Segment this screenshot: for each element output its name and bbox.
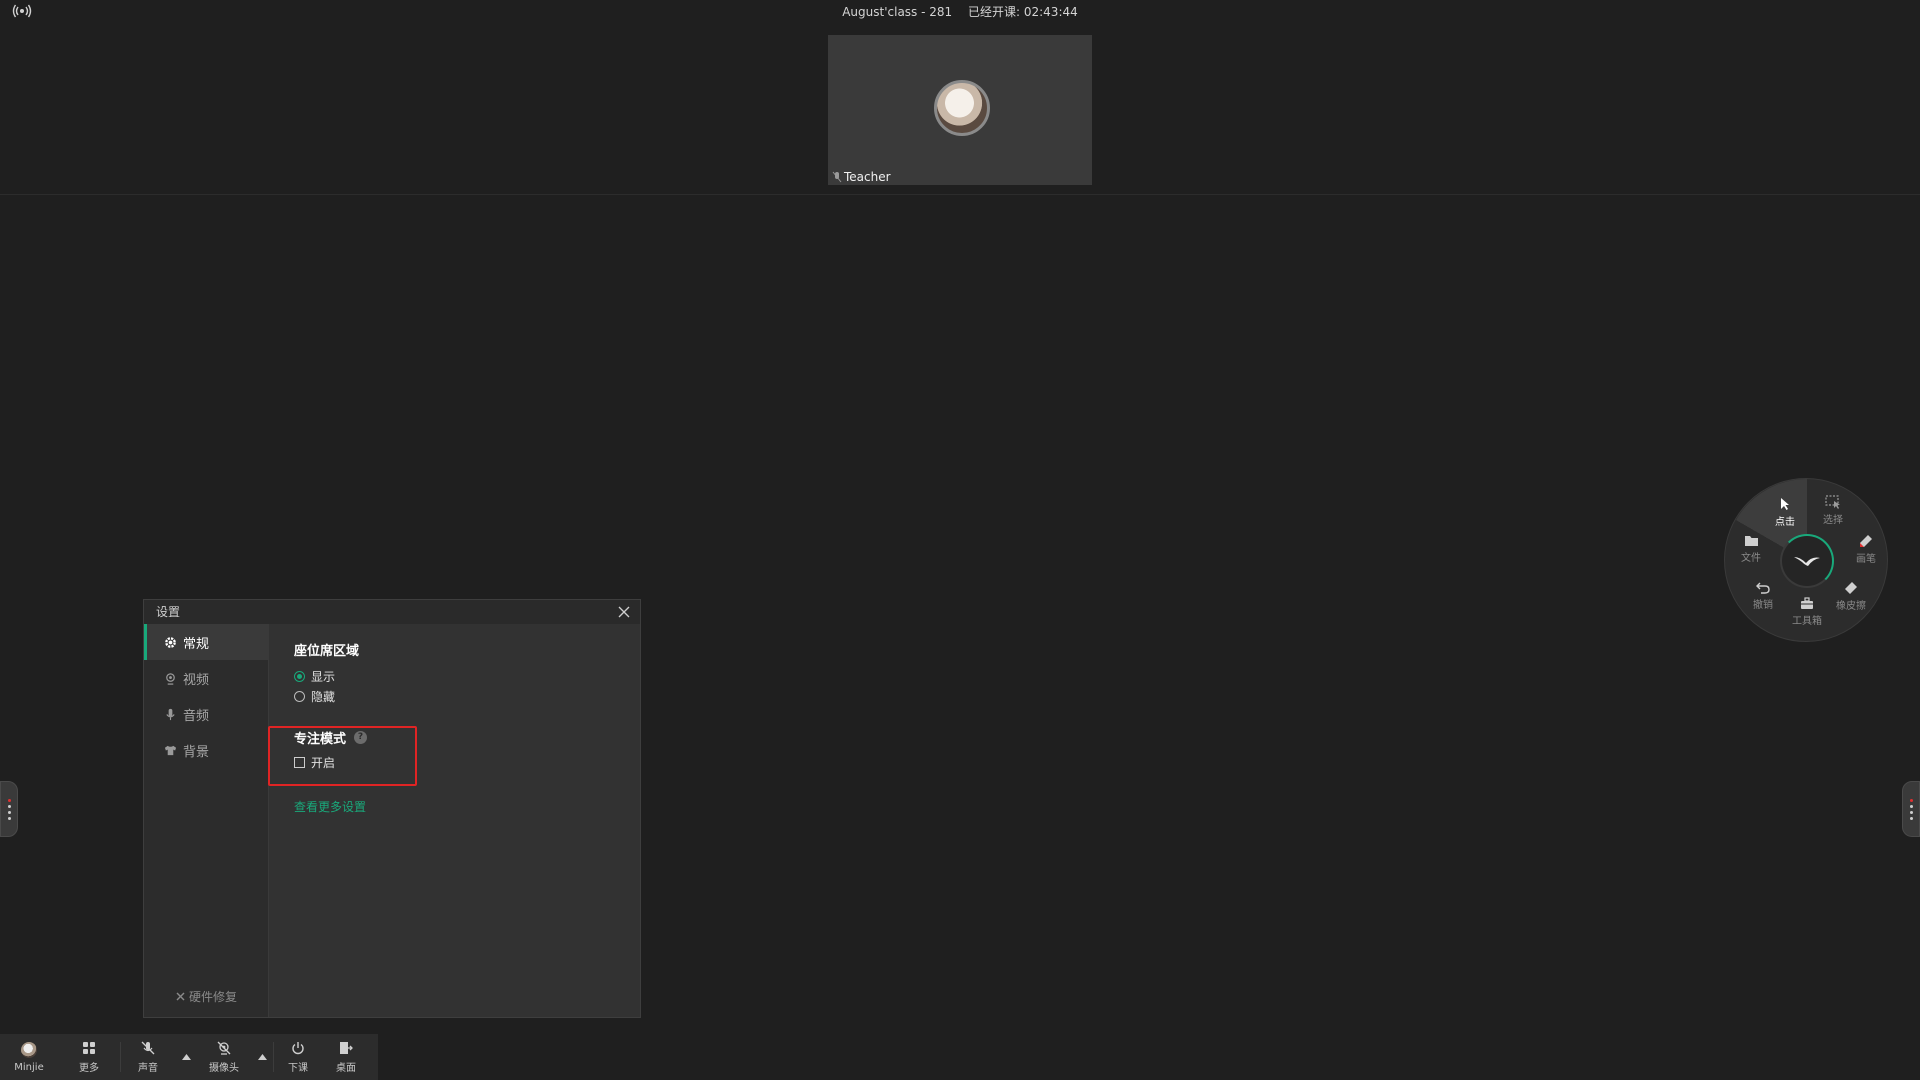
avatar xyxy=(21,1041,37,1058)
tool-toolbox[interactable]: 工具箱 xyxy=(1785,597,1829,627)
desktop-label: 桌面 xyxy=(336,1062,356,1074)
hardware-repair-button[interactable]: 硬件修复 xyxy=(144,988,268,1005)
tool-label: 橡皮擦 xyxy=(1836,601,1866,612)
tool-label: 工具箱 xyxy=(1792,616,1822,627)
radio-label: 显示 xyxy=(311,670,336,684)
video-name-label: Teacher xyxy=(832,170,891,184)
cursor-arrow-icon xyxy=(1781,498,1789,510)
sound-button[interactable]: 声音 xyxy=(121,1034,175,1080)
menu-dot xyxy=(1909,804,1913,808)
settings-dialog: 设置 常规 视频 音频 背景 硬件修复 座位席区域 显示 隐藏 专注模式 ? 开… xyxy=(143,599,641,1018)
right-edge-panel-tab[interactable] xyxy=(1902,781,1920,837)
caret-up-icon xyxy=(257,1054,267,1060)
tool-click[interactable]: 点击 xyxy=(1763,497,1807,528)
wrench-icon xyxy=(176,992,185,1001)
mic-icon xyxy=(166,708,175,720)
class-name: August'class - 281 xyxy=(842,5,953,19)
sidebar-item-label: 视频 xyxy=(183,672,210,688)
settings-content: 座位席区域 显示 隐藏 专注模式 ? 开启 查看更多设置 xyxy=(269,624,640,1017)
dialog-header: 设置 xyxy=(144,600,640,624)
radio-hide[interactable]: 隐藏 xyxy=(294,688,335,705)
menu-dot xyxy=(1909,810,1913,814)
sidebar-item-general[interactable]: 常规 xyxy=(144,624,268,660)
teacher-video-tile[interactable]: Teacher xyxy=(828,35,1092,185)
end-class-label: 下课 xyxy=(288,1062,308,1074)
sound-options-caret[interactable] xyxy=(175,1034,197,1080)
tool-label: 点击 xyxy=(1775,517,1795,528)
sidebar-item-audio[interactable]: 音频 xyxy=(144,696,268,732)
menu-dot xyxy=(1909,816,1913,820)
dialog-title: 设置 xyxy=(156,605,181,619)
end-class-button[interactable]: 下课 xyxy=(274,1034,322,1080)
tool-pen[interactable]: 画笔 xyxy=(1844,534,1888,565)
sidebar-item-label: 音频 xyxy=(183,708,210,724)
camera-off-icon xyxy=(217,1041,231,1055)
settings-sidebar: 常规 视频 音频 背景 硬件修复 xyxy=(144,624,269,1017)
shirt-icon xyxy=(164,745,177,755)
menu-dot xyxy=(7,816,11,820)
toolbox-icon xyxy=(1801,597,1813,609)
left-edge-panel-tab[interactable] xyxy=(0,781,18,837)
tool-select[interactable]: 选择 xyxy=(1811,495,1855,526)
undo-icon xyxy=(1756,582,1770,594)
teacher-name: Teacher xyxy=(844,170,891,184)
radial-tool-menu: 点击 选择 画笔 橡皮擦 工具箱 撤销 文件 xyxy=(1724,478,1889,643)
user-profile-button[interactable]: Minjie xyxy=(0,1034,58,1080)
hardware-repair-label: 硬件修复 xyxy=(188,990,237,1004)
sidebar-item-label: 背景 xyxy=(183,744,210,760)
menu-dot xyxy=(7,804,11,808)
more-button[interactable]: 更多 xyxy=(58,1034,120,1080)
user-name: Minjie xyxy=(14,1061,44,1073)
eraser-icon xyxy=(1845,582,1857,594)
grid-icon xyxy=(83,1041,95,1054)
camera-label: 摄像头 xyxy=(209,1062,239,1074)
camera-button[interactable]: 摄像头 xyxy=(197,1034,251,1080)
tool-eraser[interactable]: 橡皮擦 xyxy=(1829,581,1873,612)
pen-icon xyxy=(1860,535,1872,547)
focus-mode-highlight xyxy=(268,726,417,786)
mic-muted-icon xyxy=(141,1041,155,1054)
notification-dot xyxy=(7,798,11,802)
tool-label: 画笔 xyxy=(1856,554,1876,565)
tool-file[interactable]: 文件 xyxy=(1729,534,1773,564)
logo-bird-icon xyxy=(1794,557,1820,566)
menu-dot xyxy=(7,810,11,814)
bottom-toolbar: Minjie 更多 声音 摄像头 下课 桌面 xyxy=(0,1034,378,1080)
close-icon[interactable] xyxy=(618,606,630,618)
notification-dot xyxy=(1909,798,1913,802)
exit-to-desktop-icon xyxy=(340,1041,353,1054)
caret-up-icon xyxy=(181,1054,191,1060)
sidebar-item-label: 常规 xyxy=(183,636,210,652)
radio-button[interactable] xyxy=(294,691,305,702)
sidebar-item-background[interactable]: 背景 xyxy=(144,732,268,768)
radio-show[interactable]: 显示 xyxy=(294,668,335,685)
sound-label: 声音 xyxy=(138,1062,158,1074)
seat-area: Teacher xyxy=(0,25,1920,195)
power-icon xyxy=(292,1041,304,1054)
mic-muted-icon xyxy=(832,171,842,183)
desktop-button[interactable]: 桌面 xyxy=(322,1034,370,1080)
camera-icon xyxy=(166,672,175,685)
tool-undo[interactable]: 撤销 xyxy=(1741,581,1785,611)
teacher-avatar xyxy=(934,80,990,136)
seat-area-title: 座位席区域 xyxy=(294,644,360,659)
radio-button-checked[interactable] xyxy=(294,671,305,682)
gear-icon xyxy=(165,636,176,648)
class-title-bar: August'class - 281 已经开课: 02:43:44 xyxy=(0,3,1920,20)
radio-label: 隐藏 xyxy=(311,690,336,704)
radial-center-logo[interactable] xyxy=(1780,534,1834,588)
selection-icon xyxy=(1825,495,1840,509)
tool-label: 选择 xyxy=(1823,515,1843,526)
class-elapsed-time: 已经开课: 02:43:44 xyxy=(968,5,1078,19)
camera-options-caret[interactable] xyxy=(251,1034,273,1080)
folder-icon xyxy=(1744,536,1758,546)
more-label: 更多 xyxy=(79,1062,99,1074)
tool-label: 文件 xyxy=(1741,553,1761,564)
tool-label: 撤销 xyxy=(1753,600,1773,611)
sidebar-item-video[interactable]: 视频 xyxy=(144,660,268,696)
more-settings-link[interactable]: 查看更多设置 xyxy=(294,798,366,815)
